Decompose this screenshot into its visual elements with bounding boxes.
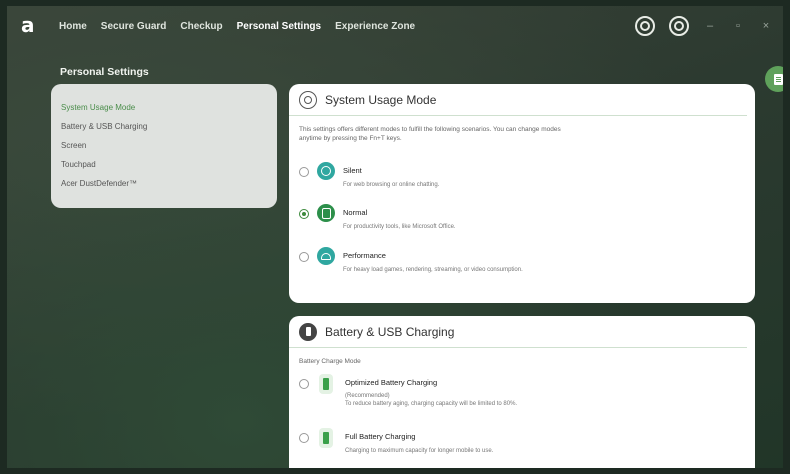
option-note: (Recommended) [345,393,390,399]
card-title: System Usage Mode [325,92,437,107]
option-description: For heavy load games, rendering, streami… [343,267,523,273]
close-button[interactable]: × [759,20,773,32]
document-icon [773,73,783,85]
option-silent[interactable]: Silent For web browsing or online chatti… [299,162,439,189]
option-full-charging[interactable]: Full Battery Charging Charging to maximu… [299,428,493,455]
radio-silent[interactable] [299,167,309,177]
nav-secure-guard[interactable]: Secure Guard [101,21,167,32]
option-description: For productivity tools, like Microsoft O… [343,224,456,230]
option-label: Optimized Battery Charging [345,378,438,387]
option-normal[interactable]: Normal For productivity tools, like Micr… [299,204,456,231]
card-title: Battery & USB Charging [325,324,455,339]
normal-icon [317,204,335,222]
battery-charge-mode-label: Battery Charge Mode [299,358,361,365]
page-title: Personal Settings [60,66,149,78]
acer-logo: a [21,13,35,37]
option-label: Full Battery Charging [345,432,416,441]
card-description: This settings offers different modes to … [299,126,561,142]
system-usage-mode-card: System Usage Mode This settings offers d… [289,84,755,303]
card-header: System Usage Mode [289,84,747,116]
gauge-icon [299,90,317,109]
notes-fab-button[interactable] [765,66,783,92]
silent-icon [317,162,335,180]
card-header: Battery & USB Charging [289,316,747,348]
menu-item-dustdefender[interactable]: Acer DustDefender™ [61,174,277,193]
window-controls: – ▫ × [635,16,773,36]
radio-normal[interactable] [299,209,309,219]
menu-item-touchpad[interactable]: Touchpad [61,155,277,174]
top-bar: a Home Secure Guard Checkup Personal Set… [7,6,783,46]
nav-experience-zone[interactable]: Experience Zone [335,21,415,32]
nav-home[interactable]: Home [59,21,87,32]
radio-optimized-charging[interactable] [299,379,309,389]
app-window: a Home Secure Guard Checkup Personal Set… [7,6,783,468]
restore-button[interactable]: ▫ [731,20,745,32]
minimize-button[interactable]: – [703,20,717,32]
performance-icon [317,247,335,265]
menu-item-screen[interactable]: Screen [61,136,277,155]
nav-personal-settings[interactable]: Personal Settings [237,21,321,32]
settings-menu: System Usage Mode Battery & USB Charging… [51,84,277,208]
option-description: Charging to maximum capacity for longer … [345,448,494,454]
option-performance[interactable]: Performance For heavy load games, render… [299,247,573,274]
battery-full-icon [319,428,333,448]
option-description: To reduce battery aging, charging capaci… [345,401,518,407]
option-label: Normal [343,208,368,217]
nav-checkup[interactable]: Checkup [180,21,222,32]
radio-full-charging[interactable] [299,433,309,443]
settings-gear-icon[interactable] [669,16,689,36]
main-nav: Home Secure Guard Checkup Personal Setti… [59,6,415,46]
option-label: Silent [343,166,362,175]
menu-item-battery-usb-charging[interactable]: Battery & USB Charging [61,117,277,136]
option-label: Performance [343,251,386,260]
option-description: For web browsing or online chatting. [343,182,440,188]
menu-item-system-usage-mode[interactable]: System Usage Mode [61,98,277,117]
headset-icon[interactable] [635,16,655,36]
battery-usb-charging-card: Battery & USB Charging Battery Charge Mo… [289,316,755,468]
option-optimized-charging[interactable]: Optimized Battery Charging (Recommended)… [299,374,517,408]
battery-optimized-icon [319,374,333,394]
radio-performance[interactable] [299,252,309,262]
battery-icon [299,322,317,341]
